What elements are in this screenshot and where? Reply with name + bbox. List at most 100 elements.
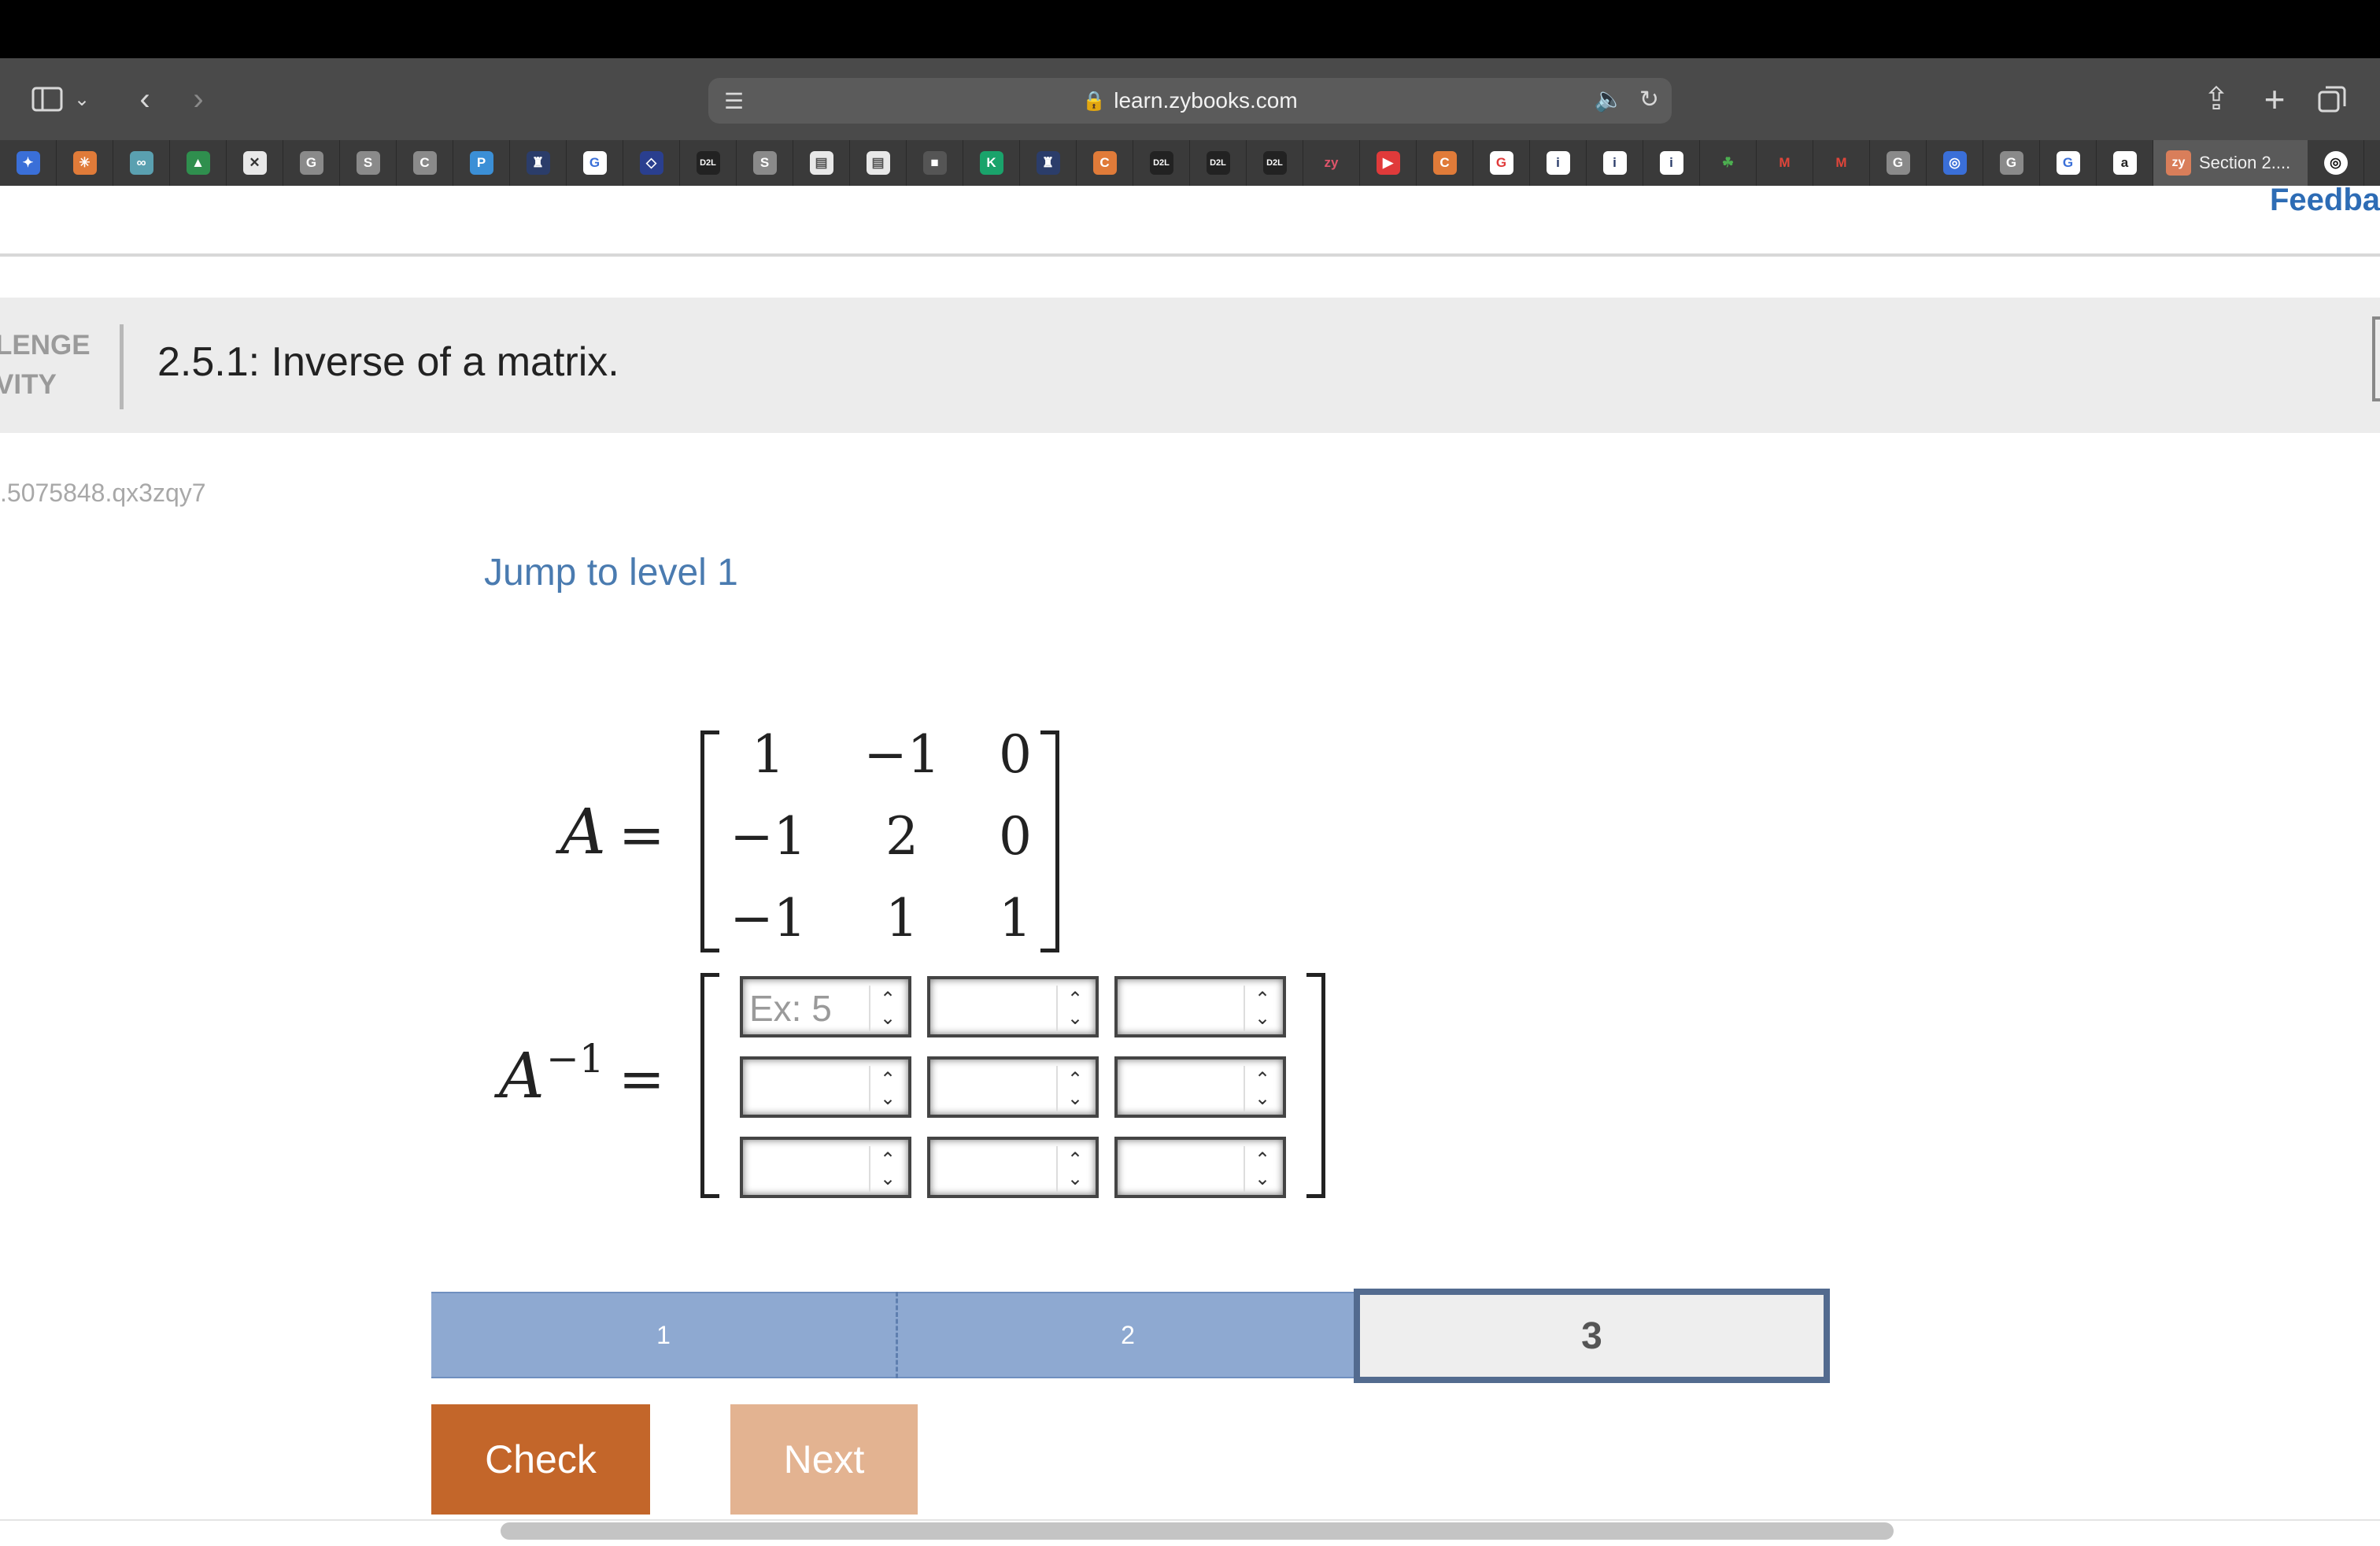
bookmark-item-37[interactable]: G — [2040, 140, 2097, 186]
inverse-cell-r3c3[interactable]: ⌃ ⌄ — [1114, 1137, 1286, 1198]
level-3-current[interactable]: 3 — [1354, 1289, 1830, 1383]
inverse-input[interactable] — [935, 984, 1056, 1033]
address-bar[interactable]: ☰ 🔒 learn.zybooks.com 🔈 ↻ — [708, 78, 1672, 124]
inverse-input[interactable] — [935, 1064, 1056, 1113]
level-2[interactable]: 2 — [896, 1292, 1360, 1378]
horizontal-scrollbar[interactable] — [501, 1522, 1894, 1540]
bookmark-item-6[interactable]: G — [283, 140, 340, 186]
reload-icon[interactable]: ↻ — [1639, 86, 1659, 113]
bookmark-icon: ■ — [922, 151, 947, 175]
sidebar-toggle-icon[interactable] — [22, 74, 72, 124]
inverse-input[interactable] — [748, 984, 869, 1033]
bookmark-item-14[interactable]: S — [737, 140, 793, 186]
inverse-input[interactable] — [1122, 984, 1244, 1033]
tab-overview-icon[interactable] — [2308, 74, 2358, 124]
bookmark-item-13[interactable]: D2L — [680, 140, 737, 186]
inverse-cell-r1c2[interactable]: ⌃ ⌄ — [927, 976, 1099, 1037]
inverse-input[interactable] — [935, 1145, 1056, 1193]
stepper-icon[interactable]: ⌃ ⌄ — [1244, 1066, 1277, 1111]
bookmark-item-7[interactable]: S — [340, 140, 397, 186]
stepper-icon[interactable]: ⌃ ⌄ — [1056, 986, 1089, 1031]
bookmark-item-17[interactable]: ■ — [907, 140, 963, 186]
bookmark-icon: G — [1489, 151, 1513, 175]
bookmark-item-18[interactable]: K — [963, 140, 1020, 186]
chevron-down-icon[interactable]: ⌄ — [66, 74, 98, 124]
inverse-cell-r1c1[interactable]: ⌃⌄ — [740, 976, 911, 1037]
stepper-icon[interactable]: ⌃ ⌄ — [1244, 986, 1277, 1031]
inverse-input[interactable] — [748, 1064, 869, 1113]
bookmark-item-28[interactable]: i — [1530, 140, 1587, 186]
bookmark-item-9[interactable]: P — [453, 140, 510, 186]
matrix-a-cell-r1c2: −1 — [863, 724, 941, 785]
bookmark-item-32[interactable]: M — [1757, 140, 1813, 186]
inverse-cell-r3c2[interactable]: ⌃ ⌄ — [927, 1137, 1099, 1198]
inverse-input[interactable] — [1122, 1064, 1244, 1113]
inverse-input[interactable] — [1122, 1145, 1244, 1193]
stepper-icon[interactable]: ⌃ ⌄ — [1056, 1066, 1089, 1111]
bookmark-item-19[interactable]: ♜ — [1020, 140, 1077, 186]
back-icon[interactable]: ‹ — [120, 74, 170, 124]
bookmark-item-20[interactable]: C — [1077, 140, 1133, 186]
bookmark-item-30[interactable]: i — [1643, 140, 1700, 186]
activity-header: LENGE VITY 2.5.1: Inverse of a matrix. — [0, 298, 2380, 433]
bookmark-item-31[interactable]: ☘ — [1700, 140, 1757, 186]
stepper-icon[interactable]: ⌃ ⌄ — [1244, 1146, 1277, 1192]
matrix-a-cell-r2c2: 2 — [885, 806, 918, 867]
inverse-cell-r3c1[interactable]: ⌃ ⌄ — [740, 1137, 911, 1198]
openai-bookmark[interactable]: ◎ — [2308, 140, 2364, 186]
bookmark-item-11[interactable]: G — [567, 140, 623, 186]
bookmark-item-24[interactable]: zy — [1303, 140, 1360, 186]
bookmark-item-4[interactable]: ▲ — [170, 140, 227, 186]
bookmark-item-35[interactable]: ◎ — [1927, 140, 1983, 186]
bookmark-item-33[interactable]: M — [1813, 140, 1870, 186]
page-bottom-divider — [0, 1519, 2380, 1521]
check-button[interactable]: Check — [431, 1404, 650, 1515]
share-icon[interactable]: ⇪ — [2191, 74, 2241, 124]
inverse-cell-r2c3[interactable]: ⌃ ⌄ — [1114, 1056, 1286, 1118]
bookmark-item-29[interactable]: i — [1587, 140, 1643, 186]
bookmark-item-15[interactable]: ▤ — [793, 140, 850, 186]
bookmark-item-27[interactable]: G — [1473, 140, 1530, 186]
feedback-link[interactable]: Feedba — [2270, 183, 2380, 218]
bookmark-item-3[interactable]: ∞ — [113, 140, 170, 186]
forward-icon[interactable]: › — [173, 74, 224, 124]
stepper-icon[interactable]: ⌃ ⌄ — [869, 1066, 902, 1111]
reader-icon[interactable]: ☰ — [724, 88, 744, 114]
bookmark-item-1[interactable]: ✦ — [0, 140, 57, 186]
bookmark-item-23[interactable]: D2L — [1247, 140, 1303, 186]
bookmark-item-12[interactable]: ◇ — [623, 140, 680, 186]
bookmark-item-5[interactable]: ✕ — [227, 140, 283, 186]
stepper-icon[interactable]: ⌃ ⌄ — [869, 1146, 902, 1192]
new-tab-icon[interactable]: + — [2249, 74, 2300, 124]
stepper-icon[interactable]: ⌃ ⌄ — [869, 986, 902, 1031]
bookmark-icon: D2L — [1149, 151, 1173, 175]
bookmark-item-34[interactable]: G — [1870, 140, 1927, 186]
bookmark-item-36[interactable]: G — [1983, 140, 2040, 186]
bookmark-item-22[interactable]: D2L — [1190, 140, 1247, 186]
bookmark-item-2[interactable]: ✳ — [57, 140, 113, 186]
bookmark-item-10[interactable]: ♜ — [510, 140, 567, 186]
bookmark-item-38[interactable]: a — [2097, 140, 2153, 186]
bookmark-item-16[interactable]: ▤ — [850, 140, 907, 186]
bookmark-icon: P — [469, 151, 493, 175]
bookmark-item-21[interactable]: D2L — [1133, 140, 1190, 186]
inverse-cell-r1c3[interactable]: ⌃ ⌄ — [1114, 976, 1286, 1037]
inverse-cell-r2c1[interactable]: ⌃ ⌄ — [740, 1056, 911, 1118]
bookmark-item-25[interactable]: ▶ — [1360, 140, 1417, 186]
activity-type-label: LENGE VITY — [0, 326, 121, 405]
stepper-icon[interactable]: ⌃ ⌄ — [1056, 1146, 1089, 1192]
bookmark-icon: ✳ — [72, 151, 97, 175]
speaker-icon[interactable]: 🔈 — [1595, 86, 1624, 113]
inverse-cell-r2c2[interactable]: ⌃ ⌄ — [927, 1056, 1099, 1118]
inverse-superscript: −1 — [546, 1036, 604, 1082]
inverse-equals: = — [619, 1047, 665, 1111]
matrix-a-cell-r2c1: −1 — [730, 806, 807, 867]
matrix-a-left-bracket — [700, 730, 719, 952]
jump-to-level-link[interactable]: Jump to level 1 — [484, 551, 738, 594]
inverse-input[interactable] — [748, 1145, 869, 1193]
next-button[interactable]: Next — [730, 1404, 918, 1515]
bookmark-item-26[interactable]: C — [1417, 140, 1473, 186]
level-1[interactable]: 1 — [431, 1292, 896, 1378]
bookmark-item-8[interactable]: C — [397, 140, 453, 186]
tab-section-2[interactable]: zy Section 2.... — [2153, 140, 2308, 186]
